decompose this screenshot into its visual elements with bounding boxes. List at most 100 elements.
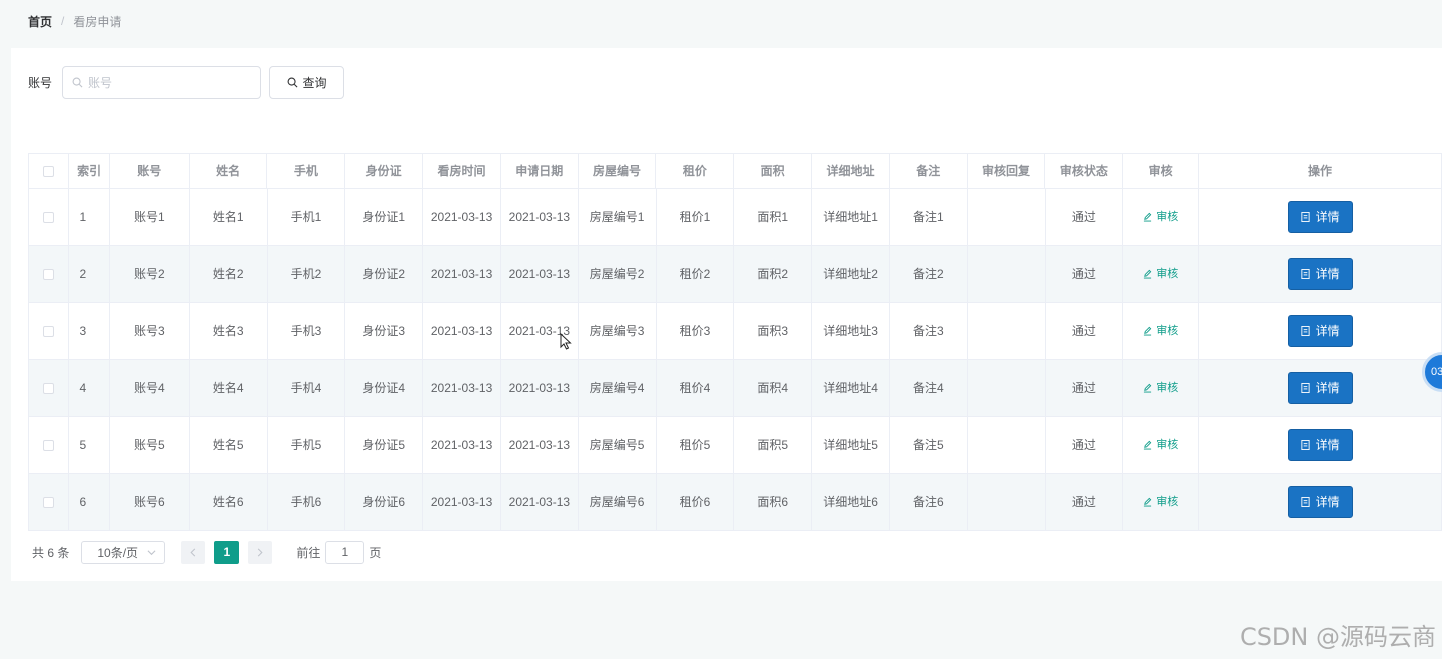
cell-account: 账号4 (110, 360, 190, 416)
row-checkbox[interactable] (43, 439, 55, 451)
detail-button[interactable]: 详情 (1287, 372, 1353, 404)
breadcrumb-current: 看房申请 (73, 14, 122, 29)
header-id-card: 身份证 (345, 154, 424, 188)
cell-audit: 审核 (1123, 303, 1200, 359)
next-page-button[interactable] (248, 540, 273, 564)
cell-house-no: 房屋编号5 (579, 417, 657, 473)
cell-phone: 手机5 (268, 417, 346, 473)
detail-button[interactable]: 详情 (1287, 315, 1353, 347)
cell-name: 姓名3 (190, 303, 268, 359)
detail-button[interactable]: 详情 (1287, 486, 1353, 518)
cell-remark: 备注6 (890, 474, 968, 530)
cell-id-card: 身份证1 (345, 189, 424, 245)
row-select[interactable] (29, 246, 70, 302)
document-icon (1300, 497, 1310, 507)
row-checkbox[interactable] (43, 268, 55, 280)
edit-icon (1144, 440, 1152, 450)
detail-button[interactable]: 详情 (1287, 201, 1353, 233)
header-select-all[interactable] (29, 154, 70, 188)
page-size-select[interactable]: 10条/页 (81, 540, 166, 564)
cell-phone: 手机3 (268, 303, 346, 359)
cell-area: 面积1 (734, 189, 813, 245)
detail-button-label: 详情 (1315, 494, 1340, 509)
breadcrumb-home[interactable]: 首页 (28, 13, 52, 30)
search-icon (287, 77, 297, 88)
row-select[interactable] (29, 360, 70, 416)
cell-view-time: 2021-03-13 (423, 417, 501, 473)
cell-name: 姓名4 (190, 360, 268, 416)
cell-id-card: 身份证4 (345, 360, 424, 416)
audit-link[interactable]: 审核 (1143, 493, 1178, 512)
row-select[interactable] (29, 417, 70, 473)
cell-phone: 手机2 (268, 246, 346, 302)
query-button[interactable]: 查询 (269, 66, 345, 99)
header-reply: 审核回复 (968, 154, 1046, 188)
cell-apply-date: 2021-03-13 (501, 474, 579, 530)
cell-view-time: 2021-03-13 (423, 474, 501, 530)
table-row: 2 账号2 姓名2 手机2 身份证2 2021-03-13 2021-03-13 房屋编号2 租… (29, 246, 1442, 303)
cell-area: 面积5 (734, 417, 813, 473)
table-header-row: 索引 账号 姓名 手机 身份证 看房时间 申请日期 房屋编号 租价 面积 详细地… (29, 154, 1442, 189)
search-icon (72, 77, 83, 88)
breadcrumb: 首页 / 看房申请 (28, 13, 121, 29)
chevron-right-icon (258, 548, 263, 556)
cell-status: 通过 (1046, 189, 1124, 245)
cell-area: 面积3 (734, 303, 813, 359)
cell-reply (968, 303, 1046, 359)
page-number-current[interactable]: 1 (214, 540, 240, 564)
document-icon (1300, 269, 1310, 279)
chevron-left-icon (190, 548, 196, 556)
query-button-label: 查询 (302, 76, 327, 90)
row-checkbox[interactable] (43, 211, 55, 223)
cell-account: 账号6 (110, 474, 190, 530)
cell-house-no: 房屋编号2 (579, 246, 657, 302)
row-checkbox[interactable] (43, 382, 55, 394)
audit-link[interactable]: 审核 (1143, 208, 1178, 227)
breadcrumb-separator: / (61, 14, 65, 28)
audit-link-label: 审核 (1156, 210, 1179, 223)
cell-index: 3 (69, 303, 110, 359)
pagination-total: 共 6 条 (32, 545, 70, 560)
select-all-checkbox[interactable] (43, 165, 55, 177)
cell-status: 通过 (1046, 246, 1124, 302)
cell-remark: 备注3 (890, 303, 968, 359)
detail-button[interactable]: 详情 (1287, 258, 1353, 290)
chevron-down-icon (147, 549, 156, 555)
row-checkbox[interactable] (43, 325, 55, 337)
audit-link[interactable]: 审核 (1143, 265, 1178, 284)
goto-suffix: 页 (369, 545, 382, 560)
edit-icon (1144, 383, 1152, 393)
audit-link[interactable]: 审核 (1143, 436, 1178, 455)
row-select[interactable] (29, 474, 70, 530)
audit-link[interactable]: 审核 (1143, 322, 1178, 341)
cell-status: 通过 (1046, 474, 1124, 530)
row-select[interactable] (29, 303, 70, 359)
cell-house-no: 房屋编号4 (579, 360, 657, 416)
cell-index: 2 (69, 246, 110, 302)
account-search-box[interactable] (62, 66, 262, 99)
row-checkbox[interactable] (43, 496, 55, 508)
cell-account: 账号5 (110, 417, 190, 473)
cell-house-no: 房屋编号6 (579, 474, 657, 530)
cell-status: 通过 (1046, 303, 1124, 359)
goto-page-input[interactable] (325, 540, 365, 564)
cell-reply (968, 246, 1046, 302)
row-select[interactable] (29, 189, 70, 245)
cell-audit: 审核 (1123, 474, 1200, 530)
cell-id-card: 身份证6 (345, 474, 424, 530)
audit-link[interactable]: 审核 (1143, 379, 1178, 398)
cell-status: 通过 (1046, 360, 1124, 416)
audit-link-label: 审核 (1156, 267, 1179, 280)
account-search-input[interactable] (88, 75, 249, 90)
cell-rent: 租价5 (657, 417, 735, 473)
cell-status: 通过 (1046, 417, 1124, 473)
table-row: 4 账号4 姓名4 手机4 身份证4 2021-03-13 2021-03-13 房屋编号4 租… (29, 360, 1442, 417)
audit-link-label: 审核 (1156, 438, 1179, 451)
detail-button[interactable]: 详情 (1287, 429, 1353, 461)
cell-remark: 备注4 (890, 360, 968, 416)
prev-page-button[interactable] (181, 540, 206, 564)
cell-index: 1 (69, 189, 110, 245)
cell-apply-date: 2021-03-13 (501, 417, 579, 473)
table-body: 1 账号1 姓名1 手机1 身份证1 2021-03-13 2021-03-13 房屋编号1 租… (29, 189, 1442, 531)
header-apply-date: 申请日期 (501, 154, 579, 188)
